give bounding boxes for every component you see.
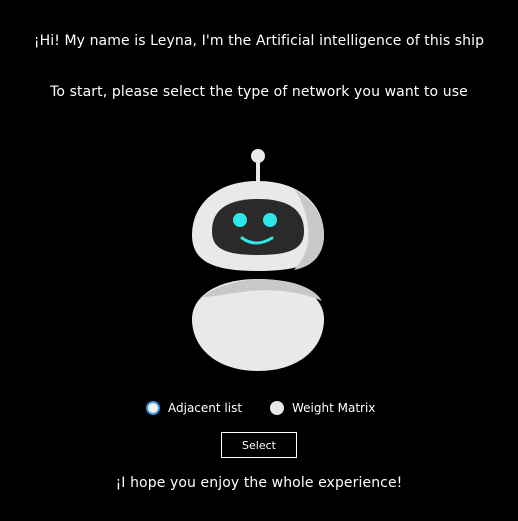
weight-matrix-option[interactable]: Weight Matrix	[270, 398, 375, 418]
weight-matrix-radio[interactable]	[270, 401, 284, 415]
adjacent-list-radio[interactable]	[146, 401, 160, 415]
robot-visor	[212, 199, 304, 255]
network-type-radio-group: Adjacent list Weight Matrix	[0, 398, 518, 418]
closing-text: ¡I hope you enjoy the whole experience!	[115, 475, 403, 491]
adjacent-list-label: Adjacent list	[168, 401, 243, 415]
robot-right-eye	[263, 213, 277, 227]
robot-mascot	[190, 147, 326, 373]
adjacent-list-option[interactable]: Adjacent list	[146, 398, 242, 418]
robot-left-eye	[233, 213, 247, 227]
greeting-text: ¡Hi! My name is Leyna, I'm the Artificia…	[33, 33, 485, 49]
robot-antenna-tip	[251, 149, 265, 163]
weight-matrix-label: Weight Matrix	[292, 401, 376, 415]
main-window: ¡Hi! My name is Leyna, I'm the Artificia…	[0, 0, 518, 521]
instruction-text: To start, please select the type of netw…	[50, 84, 468, 100]
robot-mascot-icon	[192, 149, 324, 371]
select-button[interactable]: Select	[221, 432, 297, 458]
